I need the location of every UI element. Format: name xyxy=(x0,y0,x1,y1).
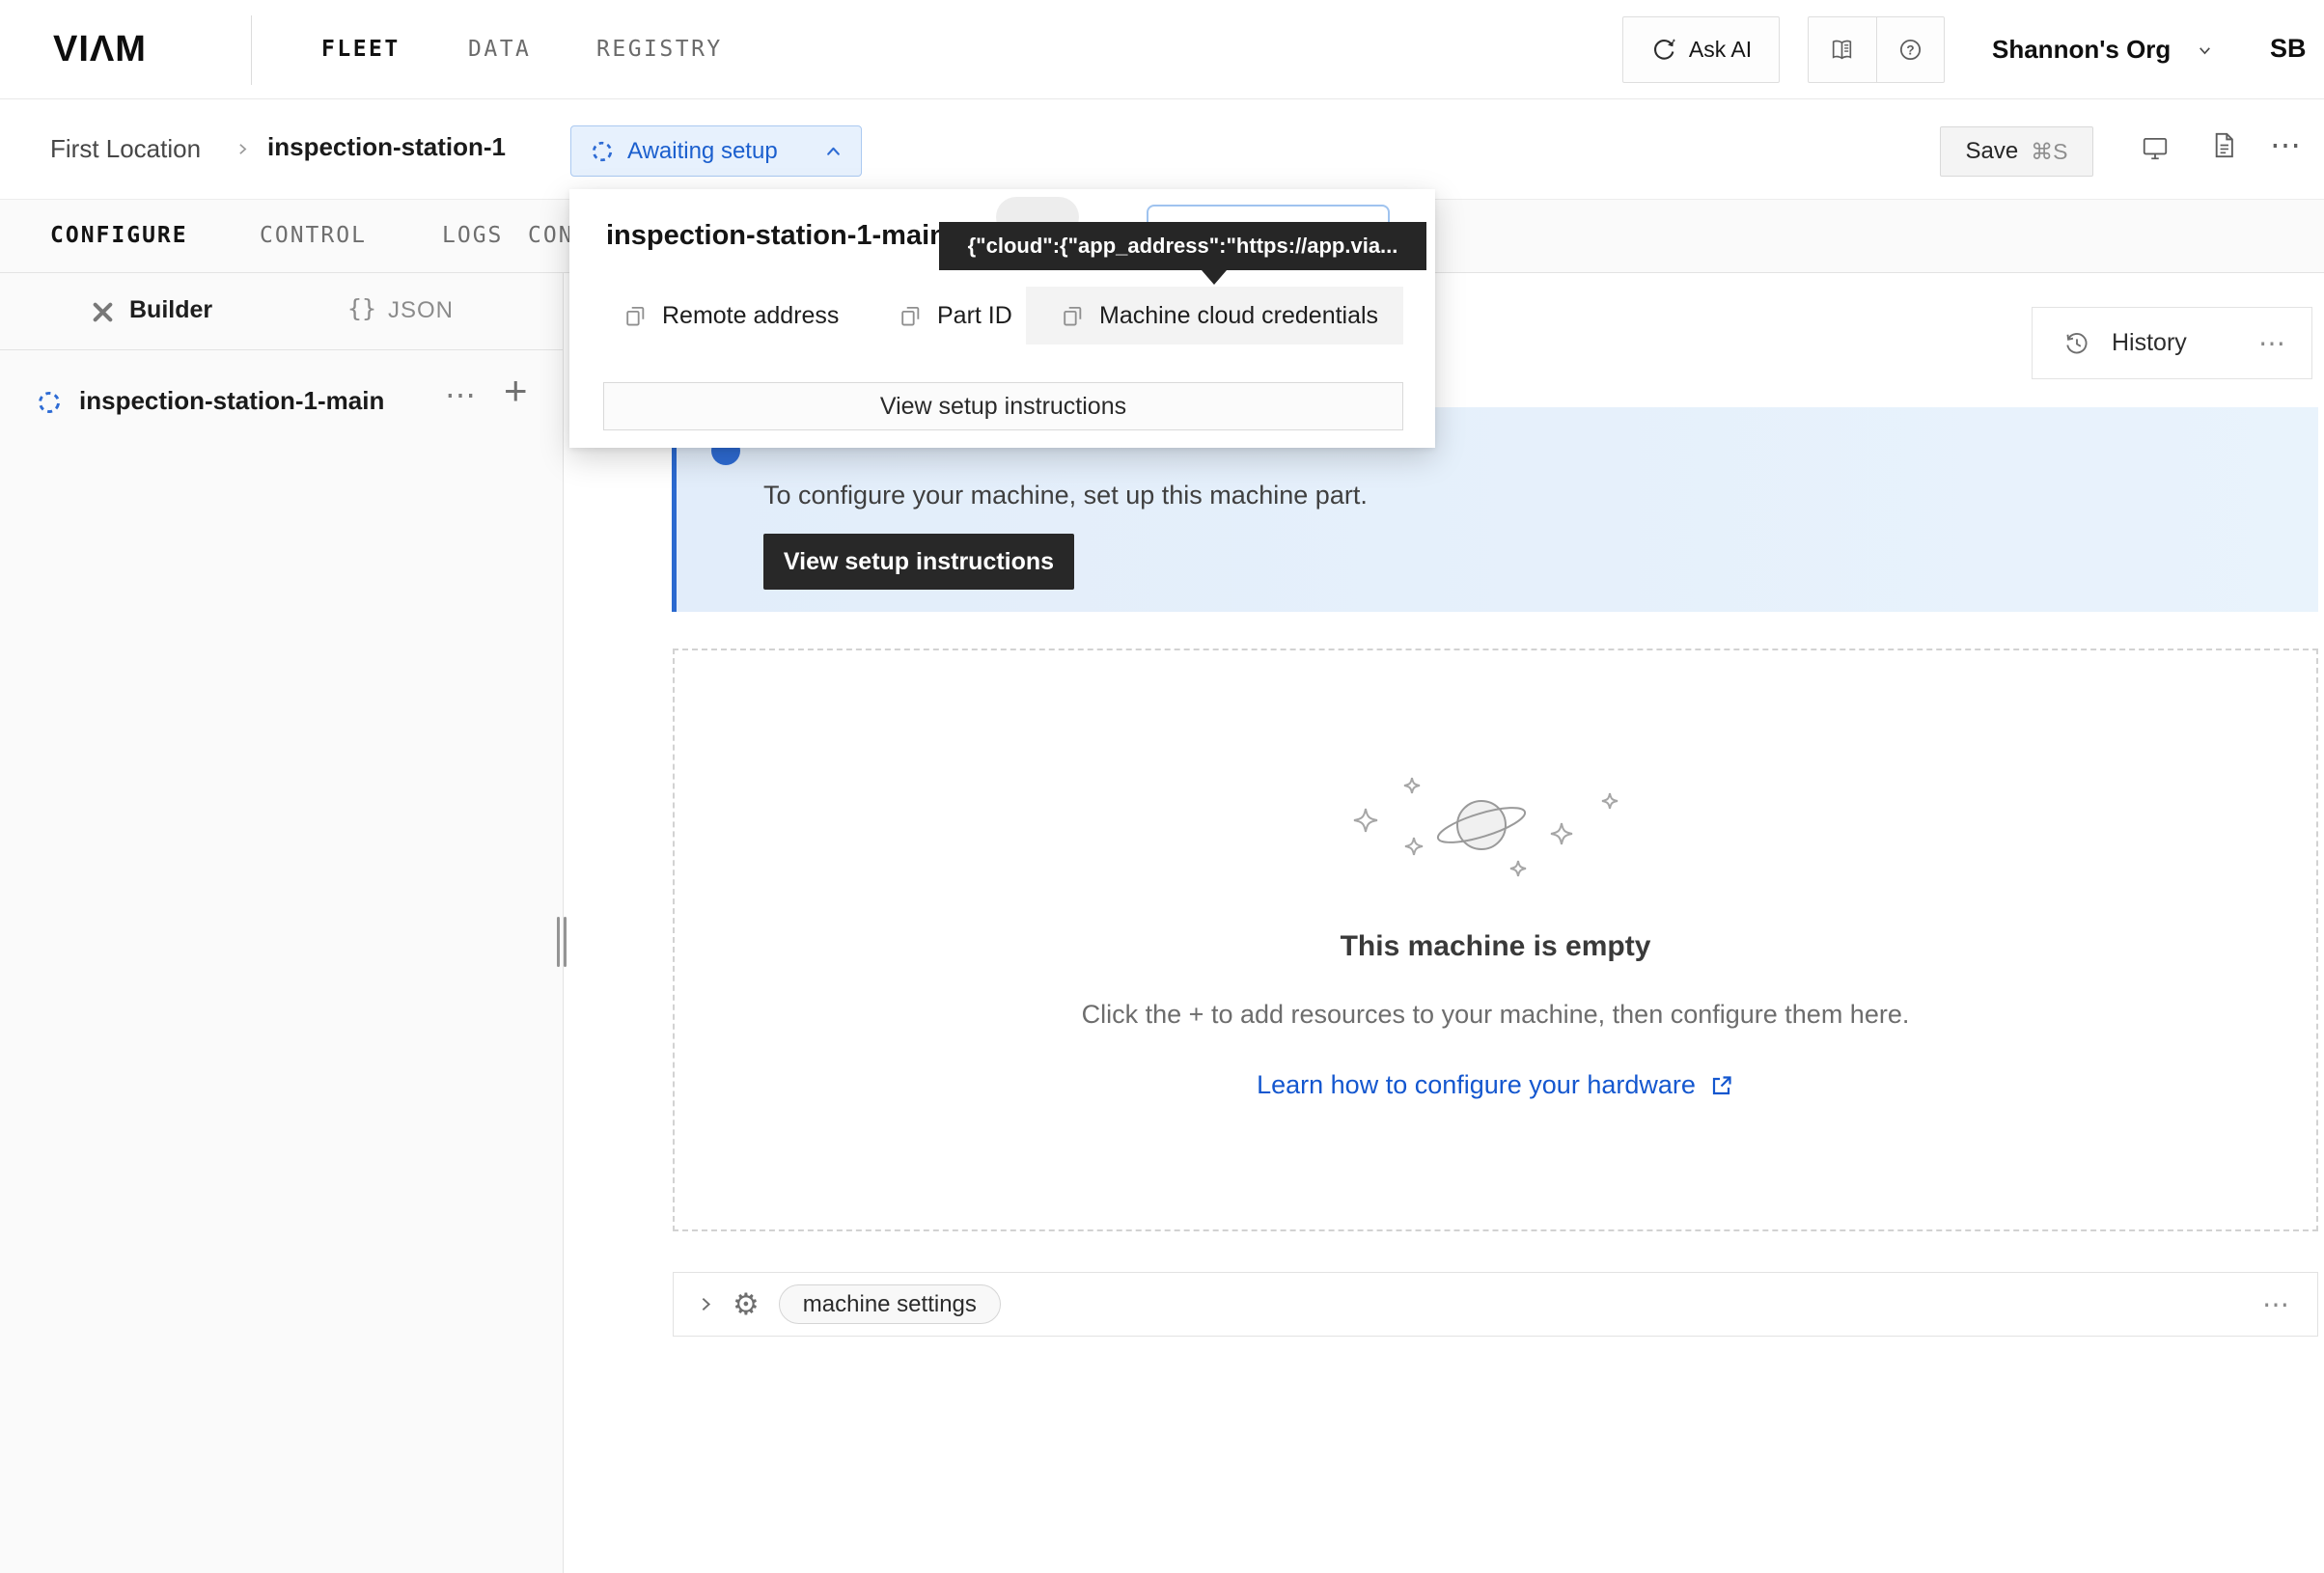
part-dropdown-popup: inspection-station-1-main {"cloud":{"app… xyxy=(569,189,1435,448)
empty-state-title: This machine is empty xyxy=(1341,930,1651,963)
tooltip-arrow xyxy=(1202,270,1227,285)
header-divider xyxy=(251,15,252,85)
copy-part-id-button[interactable]: Part ID xyxy=(898,287,1012,345)
viam-app: VIΛM FLEET DATA REGISTRY Ask AI xyxy=(0,0,2324,1573)
panel-overflow-menu[interactable]: ⋯ xyxy=(2258,330,2286,357)
copy-machine-cloud-credentials-button[interactable]: Machine cloud credentials xyxy=(1060,287,1378,345)
copy-part-id-label: Part ID xyxy=(937,302,1012,330)
breadcrumb-machine-name: inspection-station-1 xyxy=(267,132,506,162)
sidebar-part-name[interactable]: inspection-station-1-main xyxy=(79,386,384,416)
breadcrumb-chevron-icon xyxy=(235,141,251,162)
view-toggle-row: Builder {} JSON xyxy=(0,273,563,350)
popup-view-setup-instructions-button[interactable]: View setup instructions xyxy=(603,382,1403,430)
monitor-icon[interactable] xyxy=(2141,133,2170,167)
support-button[interactable]: ? xyxy=(1876,17,1945,82)
learn-hardware-link-label: Learn how to configure your hardware xyxy=(1257,1070,1696,1100)
external-link-icon xyxy=(1709,1073,1734,1098)
svg-text:?: ? xyxy=(1906,42,1914,57)
ask-ai-label: Ask AI xyxy=(1689,37,1752,63)
docs-button[interactable] xyxy=(1809,17,1876,82)
history-clock-icon xyxy=(2063,330,2090,357)
file-icon[interactable] xyxy=(2211,131,2237,164)
help-icon: ? xyxy=(1897,37,1923,63)
nav-fleet[interactable]: FLEET xyxy=(321,0,401,99)
book-icon xyxy=(1829,37,1855,63)
save-shortcut: ⌘S xyxy=(2031,139,2067,165)
top-nav-bar: VIΛM FLEET DATA REGISTRY Ask AI xyxy=(0,0,2324,99)
viam-logo[interactable]: VIΛM xyxy=(53,29,147,70)
machine-status-dropdown[interactable]: Awaiting setup xyxy=(570,125,862,177)
planet-illustration xyxy=(1337,764,1655,890)
user-avatar[interactable]: SB xyxy=(2270,34,2307,64)
chevron-down-icon[interactable] xyxy=(2197,42,2213,64)
sidebar-resize-handle[interactable] xyxy=(564,917,567,967)
builder-toggle[interactable]: Builder xyxy=(129,296,212,324)
gear-icon[interactable]: ⚙ xyxy=(733,1289,760,1319)
copy-icon xyxy=(898,303,923,328)
tab-logs[interactable]: LOGS xyxy=(442,200,503,274)
json-braces-icon[interactable]: {} xyxy=(347,294,376,322)
copy-remote-address-label: Remote address xyxy=(662,302,839,330)
nav-data[interactable]: DATA xyxy=(468,0,531,99)
breadcrumb-location[interactable]: First Location xyxy=(50,134,201,164)
part-status-icon xyxy=(37,390,62,420)
builder-tools-icon xyxy=(89,298,117,331)
history-label: History xyxy=(2112,329,2187,357)
empty-state-subtitle: Click the + to add resources to your mac… xyxy=(1082,1000,1910,1030)
json-toggle[interactable]: JSON xyxy=(388,297,454,324)
part-overflow-menu[interactable]: ⋯ xyxy=(445,379,477,410)
learn-hardware-link[interactable]: Learn how to configure your hardware xyxy=(1257,1070,1734,1100)
copy-icon xyxy=(1060,303,1085,328)
awaiting-setup-icon xyxy=(591,140,614,163)
toolbar-overflow-menu[interactable]: ⋯ xyxy=(2270,129,2302,160)
help-button-group: ? xyxy=(1808,16,1945,83)
save-button[interactable]: Save ⌘S xyxy=(1940,126,2093,177)
settings-overflow-menu[interactable]: ⋯ xyxy=(2262,1291,2290,1318)
view-setup-instructions-button[interactable]: View setup instructions xyxy=(763,534,1074,590)
setup-banner-text: To configure your machine, set up this m… xyxy=(763,481,1368,511)
machine-settings-section: ⚙ machine settings ⋯ xyxy=(673,1272,2318,1337)
chevron-right-icon[interactable] xyxy=(697,1295,715,1313)
chevron-up-icon xyxy=(825,144,842,158)
ask-ai-button[interactable]: Ask AI xyxy=(1622,16,1780,83)
copy-machine-cloud-credentials-label: Machine cloud credentials xyxy=(1099,302,1378,330)
config-sidebar: Builder {} JSON inspection-station-1-mai… xyxy=(0,273,564,1573)
tab-control[interactable]: CONTROL xyxy=(260,200,367,274)
empty-machine-panel: This machine is empty Click the + to add… xyxy=(673,649,2318,1231)
credentials-tooltip: {"cloud":{"app_address":"https://app.via… xyxy=(939,222,1426,270)
org-switcher[interactable]: Shannon's Org xyxy=(1992,35,2171,65)
history-button[interactable]: History ⋯ xyxy=(2032,307,2312,379)
machine-status-label: Awaiting setup xyxy=(627,138,778,165)
ask-ai-icon xyxy=(1650,37,1677,64)
machine-settings-pill[interactable]: machine settings xyxy=(779,1284,1001,1324)
sidebar-resize-handle[interactable] xyxy=(557,917,560,967)
copy-icon xyxy=(622,303,648,328)
add-resource-button[interactable]: + xyxy=(504,368,528,414)
nav-registry[interactable]: REGISTRY xyxy=(596,0,723,99)
copy-remote-address-button[interactable]: Remote address xyxy=(622,287,839,345)
popup-part-title: inspection-station-1-main xyxy=(606,220,947,252)
save-label: Save xyxy=(1965,138,2018,165)
tab-configure[interactable]: CONFIGURE xyxy=(50,200,188,274)
